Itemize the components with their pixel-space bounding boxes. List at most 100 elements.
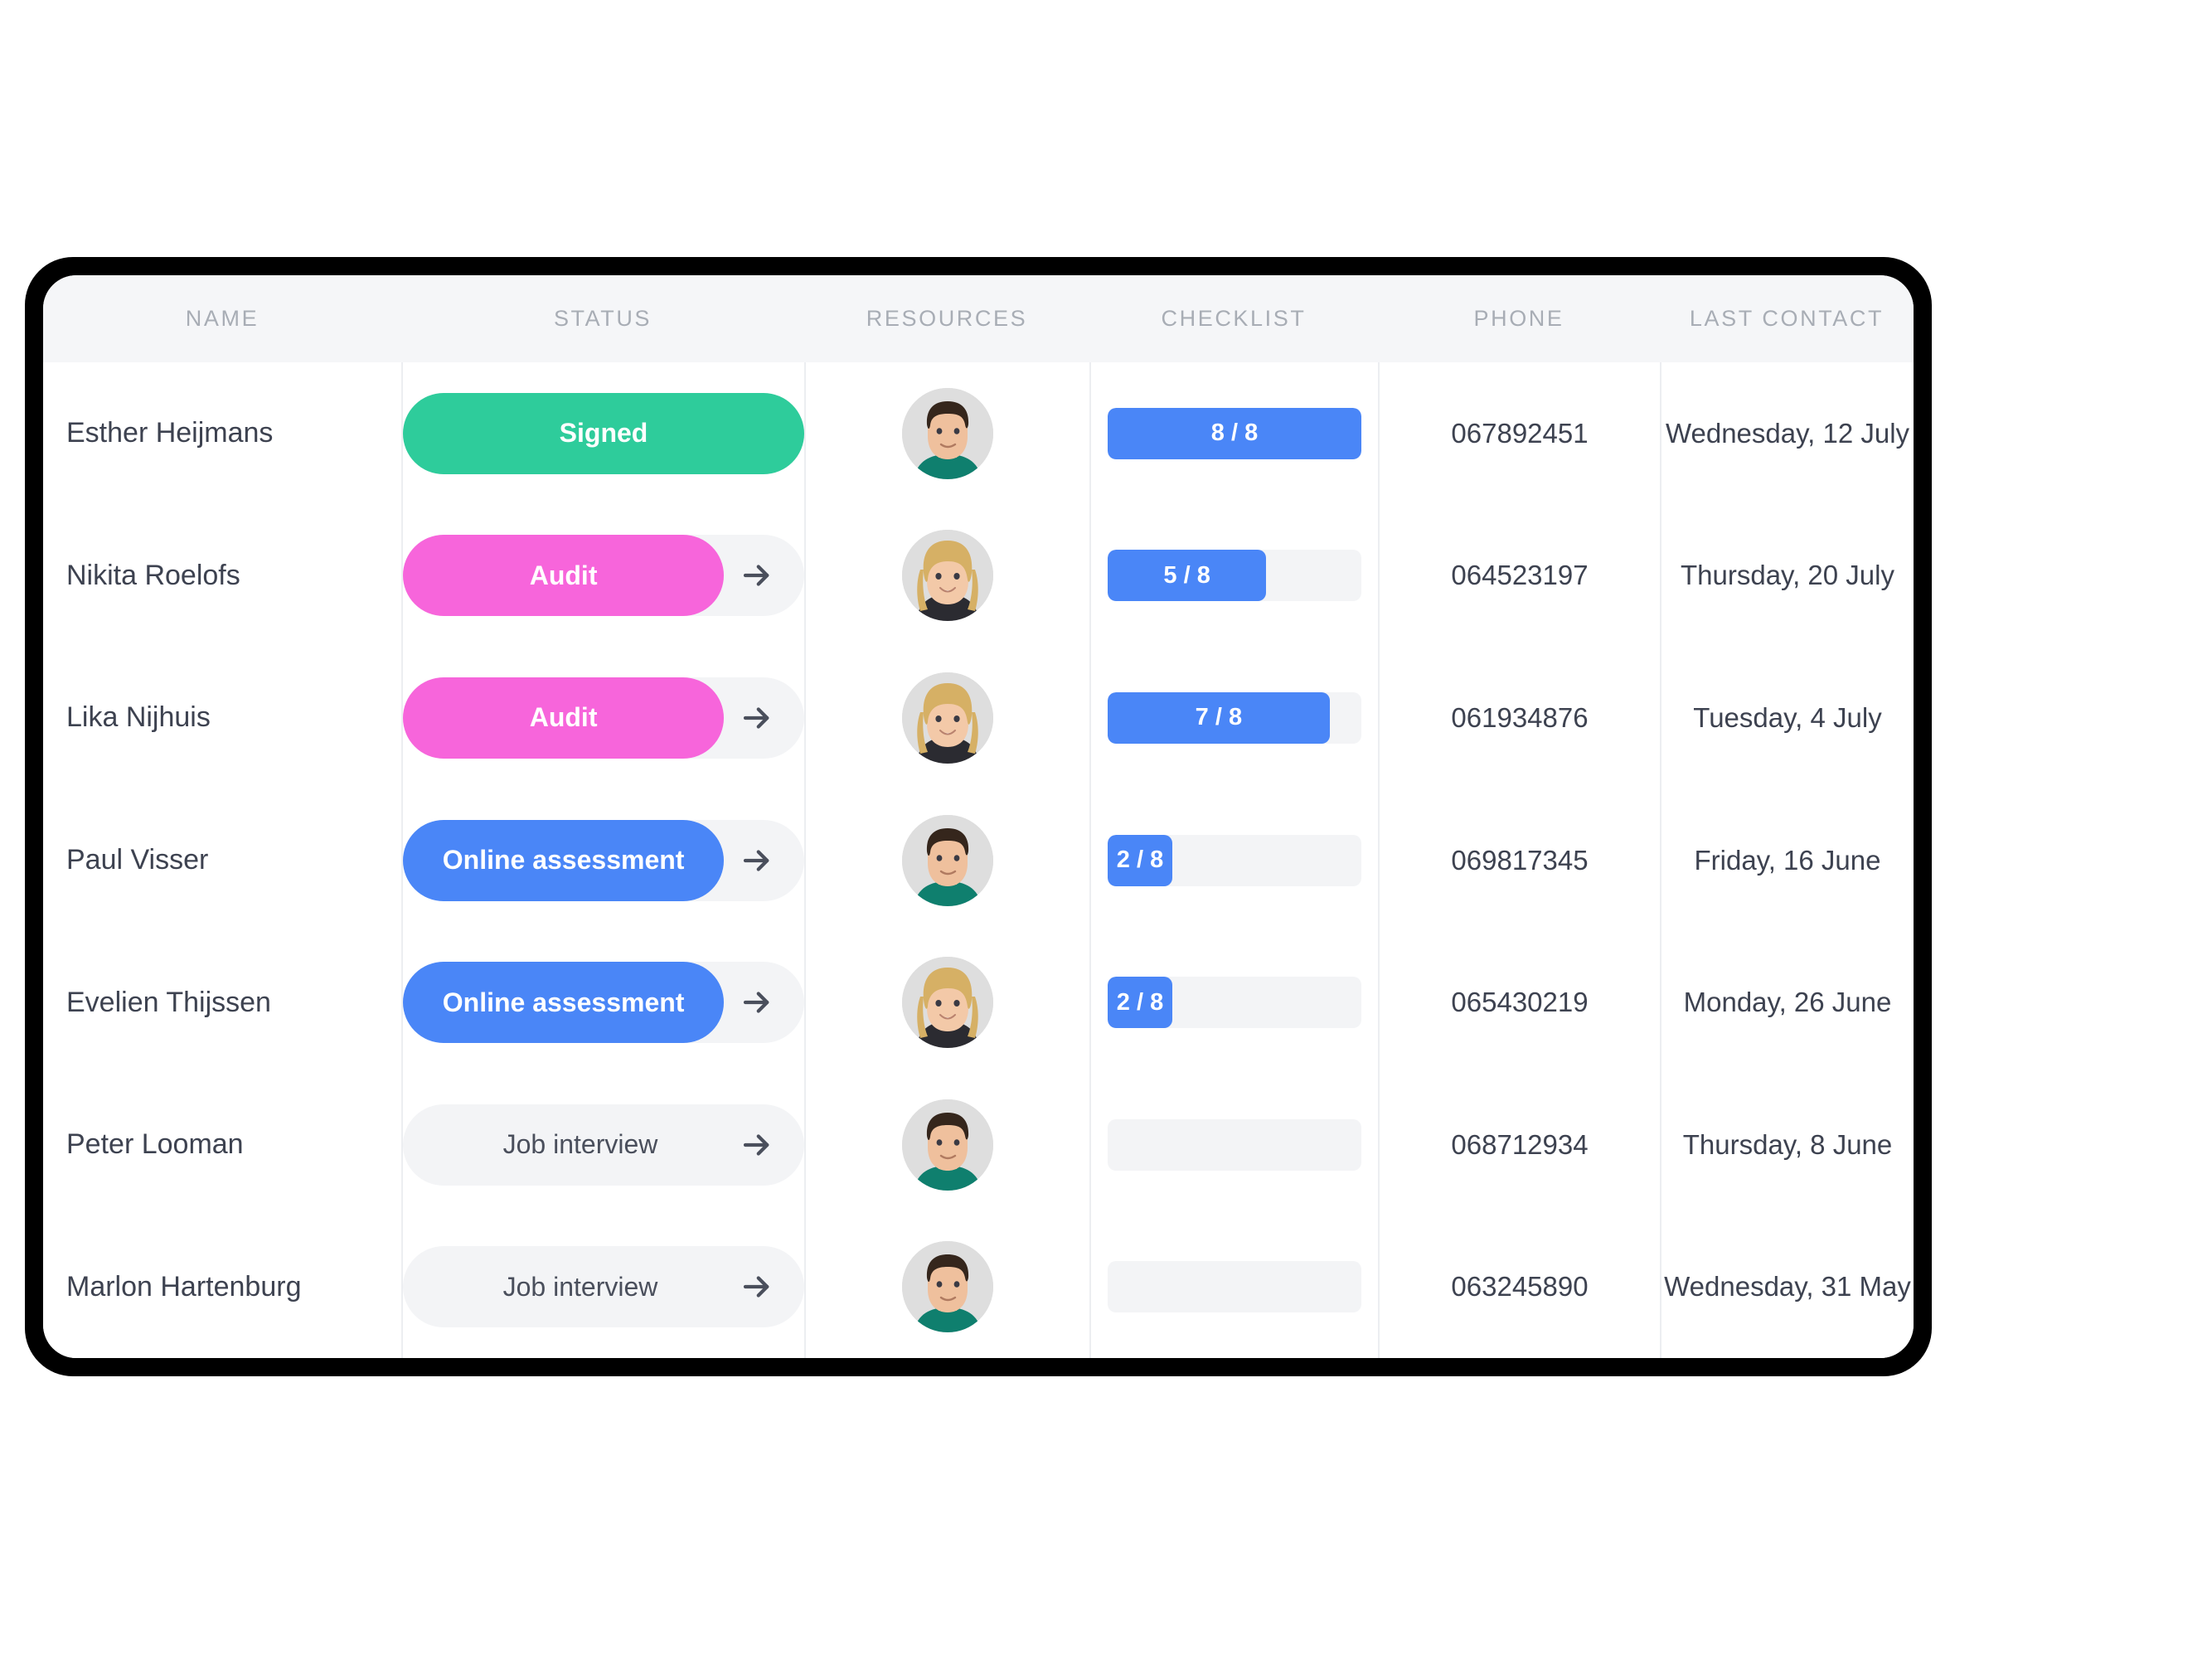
avatar[interactable] [902, 530, 993, 622]
cell-name: Lika Nijhuis [43, 647, 401, 789]
cell-name: Peter Looman [43, 1074, 401, 1216]
phone-number: 069817345 [1451, 844, 1589, 876]
last-contact-date: Tuesday, 4 July [1693, 701, 1882, 733]
avatar[interactable] [902, 814, 993, 906]
avatar[interactable] [902, 387, 993, 479]
checklist-count: 7 / 8 [1195, 704, 1243, 731]
cell-name: Marlon Hartenburg [43, 1215, 401, 1358]
checklist-progress-bar[interactable]: 2 / 8 [1108, 977, 1361, 1029]
status-pill-fill: Signed [403, 392, 804, 474]
person-name: Lika Nijhuis [66, 701, 211, 734]
arrow-right-icon[interactable] [740, 843, 774, 878]
last-contact-date: Monday, 26 June [1683, 987, 1892, 1018]
cell-resources [804, 931, 1089, 1074]
checklist-progress-bar[interactable]: 7 / 8 [1108, 691, 1361, 744]
status-pill[interactable]: Audit [403, 535, 804, 617]
arrow-right-icon[interactable] [740, 985, 774, 1020]
last-contact-date: Friday, 16 June [1694, 844, 1881, 876]
checklist-progress-fill: 2 / 8 [1108, 977, 1172, 1029]
person-name: Evelien Thijssen [66, 986, 271, 1018]
status-pill-fill: Audit [403, 677, 725, 759]
status-pill[interactable]: Job interview [403, 1246, 804, 1328]
checklist-progress-bar[interactable] [1108, 1261, 1361, 1313]
person-name: Marlon Hartenburg [66, 1270, 302, 1302]
column-header-status[interactable]: STATUS [401, 306, 804, 332]
status-label: Signed [559, 418, 648, 449]
table-row[interactable]: Peter Looman Job interview 068712934 Thurs… [43, 1073, 1914, 1216]
person-name: Nikita Roelofs [66, 559, 240, 591]
column-header-phone[interactable]: PHONE [1378, 306, 1660, 332]
cell-resources [804, 1073, 1089, 1216]
phone-number: 068712934 [1451, 1128, 1589, 1160]
checklist-progress-bar[interactable]: 5 / 8 [1108, 550, 1361, 602]
cell-name: Paul Visser [43, 789, 401, 932]
status-pill[interactable]: Online assessment [403, 819, 804, 901]
cell-checklist [1089, 1073, 1378, 1216]
checklist-progress-bar[interactable]: 2 / 8 [1108, 834, 1361, 886]
cell-checklist: 7 / 8 [1089, 647, 1378, 789]
candidates-table-card: NAME STATUS RESOURCES CHECKLIST PHONE LAST CO… [43, 275, 1914, 1358]
avatar[interactable] [902, 1099, 993, 1191]
cell-resources [804, 647, 1089, 789]
status-pill[interactable]: Audit [403, 677, 804, 759]
checklist-progress-fill: 8 / 8 [1108, 407, 1361, 459]
status-label: Online assessment [442, 987, 685, 1017]
column-header-checklist[interactable]: CHECKLIST [1089, 306, 1378, 332]
arrow-right-icon[interactable] [740, 1128, 774, 1162]
checklist-progress-bar[interactable]: 8 / 8 [1108, 407, 1361, 459]
phone-number: 063245890 [1451, 1271, 1589, 1302]
status-label: Audit [529, 560, 598, 590]
checklist-count: 2 / 8 [1116, 988, 1164, 1016]
status-pill[interactable]: Online assessment [403, 962, 804, 1044]
person-name: Peter Looman [66, 1128, 244, 1161]
status-label: Online assessment [442, 845, 685, 876]
arrow-right-icon[interactable] [740, 558, 774, 593]
checklist-progress-bar[interactable] [1108, 1118, 1361, 1171]
arrow-right-icon[interactable] [740, 1269, 774, 1304]
phone-number: 065430219 [1451, 987, 1589, 1018]
table-row[interactable]: Marlon Hartenburg Job interview 063245890… [43, 1215, 1914, 1358]
cell-status: Job interview [401, 1215, 804, 1358]
person-name: Esther Heijmans [66, 417, 274, 449]
cell-status: Signed [401, 362, 804, 505]
table-header-row: NAME STATUS RESOURCES CHECKLIST PHONE LAST CO… [43, 275, 1914, 362]
phone-number: 067892451 [1451, 417, 1589, 449]
avatar[interactable] [902, 1241, 993, 1333]
table-row[interactable]: Lika Nijhuis Audit 7 / 8 061934876 Tuesda… [43, 647, 1914, 789]
avatar[interactable] [902, 672, 993, 764]
checklist-progress-fill: 5 / 8 [1108, 550, 1267, 602]
column-header-resources[interactable]: RESOURCES [804, 306, 1089, 332]
cell-last-contact: Monday, 26 June [1660, 931, 1914, 1074]
column-header-contact[interactable]: LAST CONTACT [1660, 306, 1914, 332]
arrow-right-icon[interactable] [740, 701, 774, 735]
table-row[interactable]: Paul Visser Online assessment 2 / 8 0698… [43, 788, 1914, 932]
cell-checklist: 8 / 8 [1089, 362, 1378, 505]
cell-name: Esther Heijmans [43, 362, 401, 505]
cell-phone: 065430219 [1378, 931, 1660, 1074]
table-row[interactable]: Nikita Roelofs Audit 5 / 8 064523197 Thur… [43, 504, 1914, 648]
last-contact-date: Thursday, 20 July [1680, 560, 1894, 591]
cell-phone: 064523197 [1378, 504, 1660, 648]
status-pill[interactable]: Signed [403, 392, 804, 474]
avatar[interactable] [902, 957, 993, 1049]
cell-phone: 067892451 [1378, 362, 1660, 505]
status-pill-fill: Audit [403, 535, 725, 617]
cell-checklist: 2 / 8 [1089, 931, 1378, 1074]
cell-status: Audit [401, 504, 804, 648]
cell-phone: 061934876 [1378, 647, 1660, 789]
cell-checklist: 2 / 8 [1089, 788, 1378, 932]
table-row[interactable]: Evelien Thijssen Online assessment 2 / 8… [43, 931, 1914, 1074]
cell-name: Nikita Roelofs [43, 505, 401, 648]
phone-number: 064523197 [1451, 560, 1589, 591]
status-label: Audit [529, 702, 598, 733]
status-pill-fill: Online assessment [403, 962, 725, 1044]
device-frame: NAME STATUS RESOURCES CHECKLIST PHONE LAST CO… [25, 257, 1932, 1376]
cell-checklist: 5 / 8 [1089, 504, 1378, 648]
cell-status: Online assessment [401, 931, 804, 1074]
column-header-name[interactable]: NAME [43, 306, 401, 332]
cell-status: Job interview [401, 1073, 804, 1216]
table-body: Esther Heijmans Signed 8 / 8 067892451 We… [43, 362, 1914, 1358]
cell-phone: 063245890 [1378, 1215, 1660, 1358]
status-pill[interactable]: Job interview [403, 1104, 804, 1186]
table-row[interactable]: Esther Heijmans Signed 8 / 8 067892451 We… [43, 362, 1914, 505]
